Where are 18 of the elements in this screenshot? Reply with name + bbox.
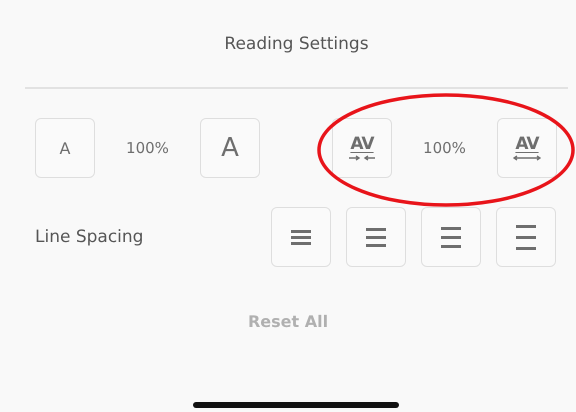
line-spacing-icon: [441, 226, 461, 248]
decrease-spacing-button[interactable]: AV: [332, 118, 392, 178]
line-spacing-button[interactable]: [421, 207, 481, 267]
arrows-in-icon: [349, 155, 375, 161]
line-spacing-button[interactable]: [271, 207, 331, 267]
line-spacing-icon: [291, 230, 311, 244]
line-spacing-button[interactable]: [346, 207, 406, 267]
char-spacing-value: 100%: [422, 139, 467, 157]
line-spacing-icon: [366, 228, 386, 246]
increase-spacing-button[interactable]: AV: [497, 118, 557, 178]
panel-title: Reading Settings: [25, 0, 568, 89]
arrows-out-icon: [513, 155, 541, 161]
line-spacing-icon: [516, 224, 536, 250]
decrease-font-button[interactable]: A: [35, 118, 95, 178]
font-size-value: 100%: [125, 139, 170, 157]
increase-font-button[interactable]: A: [200, 118, 260, 178]
line-spacing-button[interactable]: [496, 207, 556, 267]
line-spacing-label: Line Spacing: [35, 227, 144, 247]
